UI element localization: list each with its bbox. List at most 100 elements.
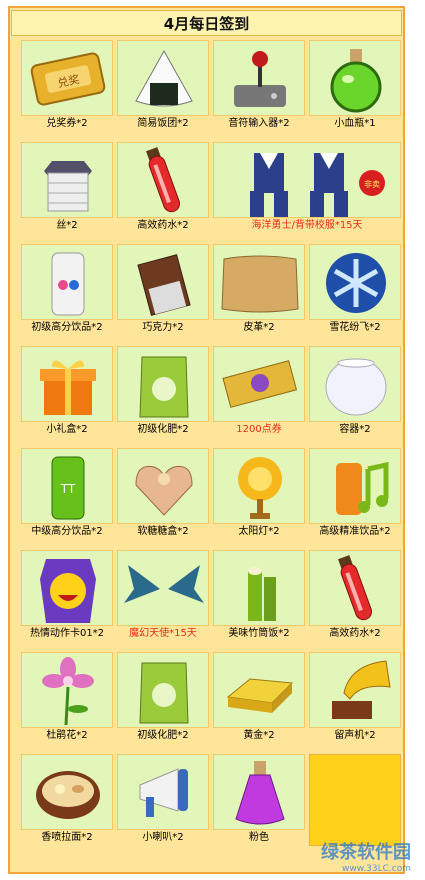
reward-tile [213,244,305,320]
reward-cell: 初级化肥*2 [117,346,209,438]
leather-icon [214,245,306,321]
reward-tile [117,448,209,524]
reward-label: 高效药水*2 [329,628,381,639]
ticket-icon: 兑奖 [22,41,114,117]
reward-cell: 小血瓶*1 [309,40,401,132]
coupon-icon [214,347,306,423]
reward-grid: 兑奖 兑奖券*2 简易饭团*2 音符输入器*2 小血瓶*1 丝*2 高效药水*2 非卖 海洋勇士… [21,40,402,870]
reward-cell: TT 中级高分饮品*2 [21,448,113,540]
reward-cell: 小礼盒*2 [21,346,113,438]
azalea-icon [22,653,114,729]
heart-box-icon [118,449,210,525]
reward-tile: 非卖 [213,142,401,218]
reward-tile [117,244,209,320]
reward-cell: 容器*2 [309,346,401,438]
reward-cell: 高效药水*2 [117,142,209,234]
reward-label: 美味竹筒饭*2 [228,628,290,639]
reward-label: 简易饭团*2 [137,118,189,129]
reward-label: 初级化肥*2 [137,730,189,741]
reward-cell: 高级精准饮品*2 [309,448,401,540]
wings-icon [118,551,210,627]
red-vial-icon [118,143,210,219]
reward-label: 软糖糖盒*2 [137,526,189,537]
reward-label: 小血瓶*1 [334,118,376,129]
reward-label: 雪花纷飞*2 [329,322,381,333]
reward-label: 丝*2 [56,220,78,231]
fertilizer-bag-icon [118,347,210,423]
reward-tile [213,448,305,524]
reward-cell: 巧克力*2 [117,244,209,336]
reward-tile [117,346,209,422]
watermark-url: www.33LC.com [342,864,411,874]
reward-label: 容器*2 [339,424,371,435]
reward-cell: 初级高分饮品*2 [21,244,113,336]
reward-tile [309,652,401,728]
reward-label: 香喷拉面*2 [41,832,93,843]
reward-tile [309,244,401,320]
reward-tile [21,142,113,218]
reward-cell: 粉色 [213,754,305,846]
reward-label: 巧克力*2 [142,322,184,333]
reward-tile: 兑奖 [21,40,113,116]
reward-cell: 杜鹃花*2 [21,652,113,744]
reward-cell: 兑奖 兑奖券*2 [21,40,113,132]
reward-tile [213,346,305,422]
reward-tile [21,244,113,320]
reward-label: 小礼盒*2 [46,424,88,435]
silk-spool-icon [22,143,114,219]
reward-label: 高级精准饮品*2 [319,526,391,537]
reward-cell: 小喇叭*2 [117,754,209,846]
glass-bowl-icon [310,347,402,423]
reward-tile [309,346,401,422]
reward-label: 杜鹃花*2 [46,730,88,741]
rice-ball-icon [118,41,210,117]
gift-box-icon [22,347,114,423]
emote-card-icon [22,551,114,627]
megaphone-icon [118,755,210,831]
potion-flask-icon [310,41,402,117]
reward-label: 留声机*2 [334,730,376,741]
reward-label: 热情动作卡01*2 [29,628,105,639]
gramophone-icon [310,653,402,729]
reward-tile [117,40,209,116]
reward-tile [309,40,401,116]
reward-tile [117,754,209,830]
chocolate-icon [118,245,210,321]
reward-cell: 留声机*2 [309,652,401,744]
reward-tile [117,652,209,728]
green-can-icon: TT [22,449,114,525]
reward-tile: TT [21,448,113,524]
music-drink-icon [310,449,402,525]
reward-cell: 太阳灯*2 [213,448,305,540]
reward-label: 皮革*2 [243,322,275,333]
svg-text:非卖: 非卖 [364,179,380,189]
reward-cell: 丝*2 [21,142,113,234]
reward-label: 粉色 [249,832,269,843]
reward-tile [213,652,305,728]
svg-text:TT: TT [60,482,76,496]
reward-label: 黄金*2 [243,730,275,741]
reward-cell: 高效药水*2 [309,550,401,642]
reward-cell: 黄金*2 [213,652,305,744]
page-title: 4月每日签到 [163,14,250,33]
empty-slot [309,754,401,846]
reward-label: 音符输入器*2 [228,118,290,129]
drink-can-icon [22,245,114,321]
reward-cell: 香喷拉面*2 [21,754,113,846]
reward-label: 兑奖券*2 [46,118,88,129]
reward-cell: 初级化肥*2 [117,652,209,744]
watermark: 绿茶软件园 www.33LC.com [321,838,411,874]
reward-tile [21,346,113,422]
reward-tile [117,550,209,626]
sun-lamp-icon [214,449,306,525]
reward-label: 小喇叭*2 [142,832,184,843]
reward-label: 太阳灯*2 [238,526,280,537]
reward-tile [213,754,305,830]
reward-label: 1200点券 [236,424,282,435]
title-bar: 4月每日签到 [11,10,402,36]
reward-cell: 简易饭团*2 [117,40,209,132]
reward-cell: 1200点券 [213,346,305,438]
reward-tile [117,142,209,218]
reward-cell: 雪花纷飞*2 [309,244,401,336]
reward-tile [21,550,113,626]
